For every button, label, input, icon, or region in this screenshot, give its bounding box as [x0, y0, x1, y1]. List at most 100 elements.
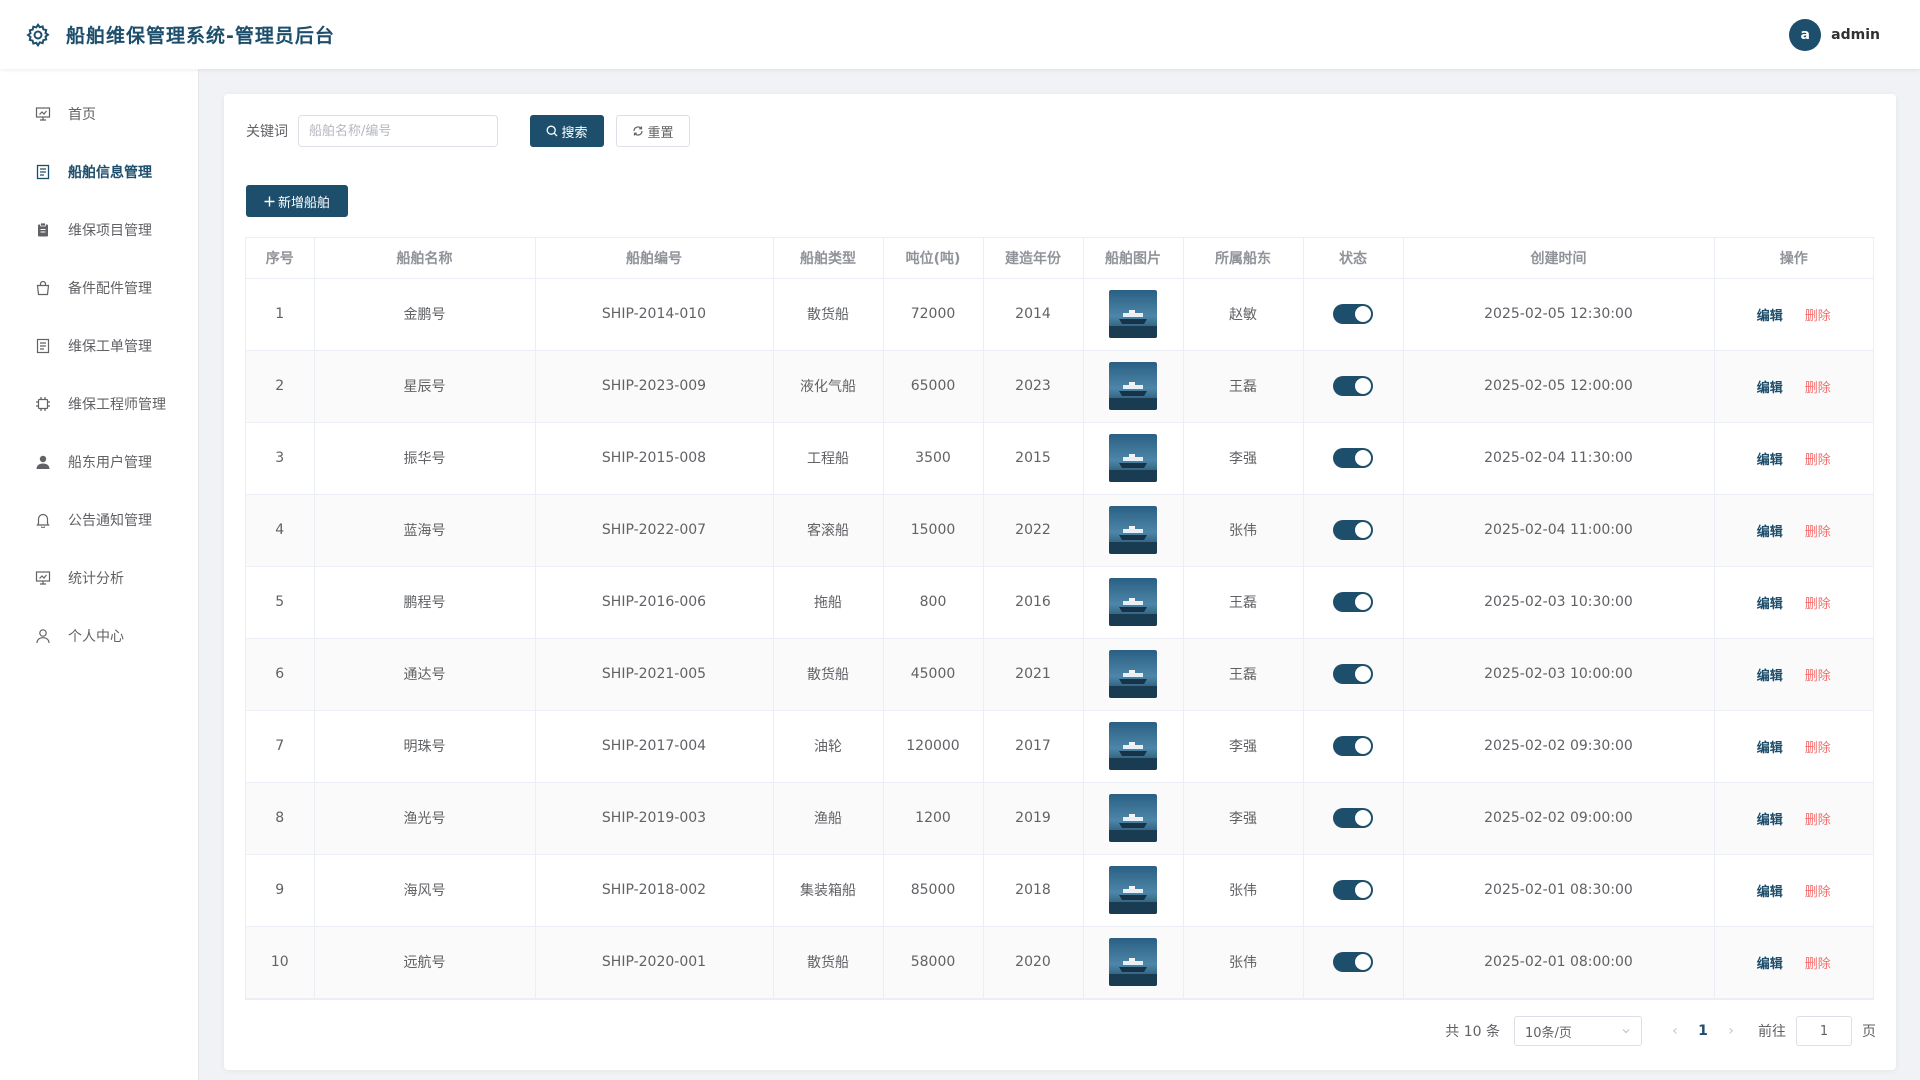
cell-actions: 编辑 删除	[1714, 422, 1873, 495]
sidebar-item-profile[interactable]: 个人中心	[0, 607, 198, 665]
delete-button[interactable]: 删除	[1805, 597, 1831, 612]
next-page-button[interactable]: ›	[1720, 1023, 1742, 1039]
cell-name: 明珠号	[314, 710, 536, 783]
cell-status	[1303, 494, 1404, 567]
cell-code: SHIP-2014-010	[535, 278, 774, 351]
cell-name: 星辰号	[314, 350, 536, 423]
delete-button[interactable]: 删除	[1805, 741, 1831, 756]
app-title: 船舶维保管理系统-管理员后台	[66, 25, 335, 47]
search-input[interactable]	[298, 115, 498, 147]
cell-created: 2025-02-02 09:00:00	[1403, 782, 1715, 855]
ship-thumbnail[interactable]	[1084, 866, 1183, 914]
edit-button[interactable]: 编辑	[1757, 525, 1783, 540]
ship-thumbnail[interactable]	[1084, 650, 1183, 698]
cell-status	[1303, 350, 1404, 423]
ship-thumbnail[interactable]	[1084, 722, 1183, 770]
edit-button[interactable]: 编辑	[1757, 597, 1783, 612]
delete-button[interactable]: 删除	[1805, 813, 1831, 828]
prev-page-button[interactable]: ‹	[1664, 1023, 1686, 1039]
edit-button[interactable]: 编辑	[1757, 957, 1783, 972]
ship-thumbnail[interactable]	[1084, 290, 1183, 338]
cell-name: 海风号	[314, 854, 536, 927]
sidebar-item-maintenance-project[interactable]: 维保项目管理	[0, 201, 198, 259]
status-toggle[interactable]	[1333, 448, 1373, 468]
column-header: 操作	[1714, 238, 1873, 279]
cell-code: SHIP-2021-005	[535, 638, 774, 711]
page-size-select[interactable]: 10条/页	[1514, 1016, 1642, 1046]
ship-thumbnail[interactable]	[1084, 938, 1183, 986]
cell-actions: 编辑 删除	[1714, 566, 1873, 639]
user-menu[interactable]: a admin	[1789, 18, 1880, 51]
status-toggle[interactable]	[1333, 592, 1373, 612]
edit-button[interactable]: 编辑	[1757, 669, 1783, 684]
sidebar-item-work-order[interactable]: 维保工单管理	[0, 317, 198, 375]
status-toggle[interactable]	[1333, 808, 1373, 828]
cell-created: 2025-02-01 08:00:00	[1403, 926, 1715, 999]
cell-tonnage: 120000	[883, 710, 984, 783]
table-row: 4 蓝海号 SHIP-2022-007 客滚船 15000 2022 张伟 2025-02-0…	[246, 494, 1873, 567]
delete-button[interactable]: 删除	[1805, 885, 1831, 900]
edit-button[interactable]: 编辑	[1757, 885, 1783, 900]
status-toggle[interactable]	[1333, 880, 1373, 900]
sidebar-item-notice[interactable]: 公告通知管理	[0, 491, 198, 549]
ship-thumbnail[interactable]	[1084, 362, 1183, 410]
edit-button[interactable]: 编辑	[1757, 309, 1783, 324]
sidebar-item-label: 个人中心	[68, 629, 124, 645]
edit-button[interactable]: 编辑	[1757, 381, 1783, 396]
cell-year: 2016	[983, 566, 1084, 639]
avatar[interactable]: a	[1789, 18, 1822, 51]
cell-actions: 编辑 删除	[1714, 278, 1873, 351]
cell-type: 工程船	[773, 422, 884, 495]
ship-thumbnail[interactable]	[1084, 434, 1183, 482]
status-toggle[interactable]	[1333, 664, 1373, 684]
page-number-current[interactable]: 1	[1686, 1023, 1720, 1039]
edit-button[interactable]: 编辑	[1757, 741, 1783, 756]
cell-name: 渔光号	[314, 782, 536, 855]
cell-code: SHIP-2015-008	[535, 422, 774, 495]
status-toggle[interactable]	[1333, 952, 1373, 972]
add-ship-button[interactable]: 新增船舶	[246, 185, 348, 217]
sidebar-item-shipowner-users[interactable]: 船东用户管理	[0, 433, 198, 491]
delete-button[interactable]: 删除	[1805, 525, 1831, 540]
edit-button[interactable]: 编辑	[1757, 453, 1783, 468]
sidebar-item-ship-info[interactable]: 船舶信息管理	[0, 143, 198, 201]
sidebar-item-engineer[interactable]: 维保工程师管理	[0, 375, 198, 433]
username[interactable]: admin	[1831, 27, 1880, 43]
sidebar-item-label: 维保工单管理	[68, 339, 152, 355]
cell-status	[1303, 278, 1404, 351]
cell-status	[1303, 638, 1404, 711]
status-toggle[interactable]	[1333, 520, 1373, 540]
reset-button[interactable]: 重置	[616, 115, 690, 147]
pagination: 共 10 条 10条/页 ‹ 1 › 前往 页	[1445, 1016, 1876, 1046]
ship-thumbnail[interactable]	[1084, 578, 1183, 626]
sidebar-item-home[interactable]: 首页	[0, 85, 198, 143]
cpu-icon	[34, 395, 52, 413]
edit-button[interactable]: 编辑	[1757, 813, 1783, 828]
delete-button[interactable]: 删除	[1805, 381, 1831, 396]
status-toggle[interactable]	[1333, 304, 1373, 324]
delete-button[interactable]: 删除	[1805, 309, 1831, 324]
sidebar-item-statistics[interactable]: 统计分析	[0, 549, 198, 607]
cell-actions: 编辑 删除	[1714, 854, 1873, 927]
cell-name: 蓝海号	[314, 494, 536, 567]
cell-tonnage: 15000	[883, 494, 984, 567]
delete-button[interactable]: 删除	[1805, 453, 1831, 468]
sidebar-item-label: 维保项目管理	[68, 223, 152, 239]
status-toggle[interactable]	[1333, 376, 1373, 396]
sidebar-item-spare-parts[interactable]: 备件配件管理	[0, 259, 198, 317]
cell-code: SHIP-2022-007	[535, 494, 774, 567]
cell-actions: 编辑 删除	[1714, 638, 1873, 711]
refresh-icon	[633, 126, 644, 136]
cell-created: 2025-02-01 08:30:00	[1403, 854, 1715, 927]
delete-button[interactable]: 删除	[1805, 957, 1831, 972]
cell-tonnage: 1200	[883, 782, 984, 855]
ship-thumbnail[interactable]	[1084, 506, 1183, 554]
ship-table: 序号 船舶名称 船舶编号 船舶类型 吨位(吨) 建造年份 船舶图片 所属船东 状态 创建时间 操作 …	[245, 237, 1874, 1000]
column-header: 船舶编号	[535, 238, 774, 279]
ship-thumbnail[interactable]	[1084, 794, 1183, 842]
table-row: 1 金鹏号 SHIP-2014-010 散货船 72000 2014 赵敏 2025-02-0…	[246, 278, 1873, 351]
status-toggle[interactable]	[1333, 736, 1373, 756]
search-button[interactable]: 搜索	[530, 115, 604, 147]
goto-page-input[interactable]	[1796, 1016, 1852, 1046]
delete-button[interactable]: 删除	[1805, 669, 1831, 684]
